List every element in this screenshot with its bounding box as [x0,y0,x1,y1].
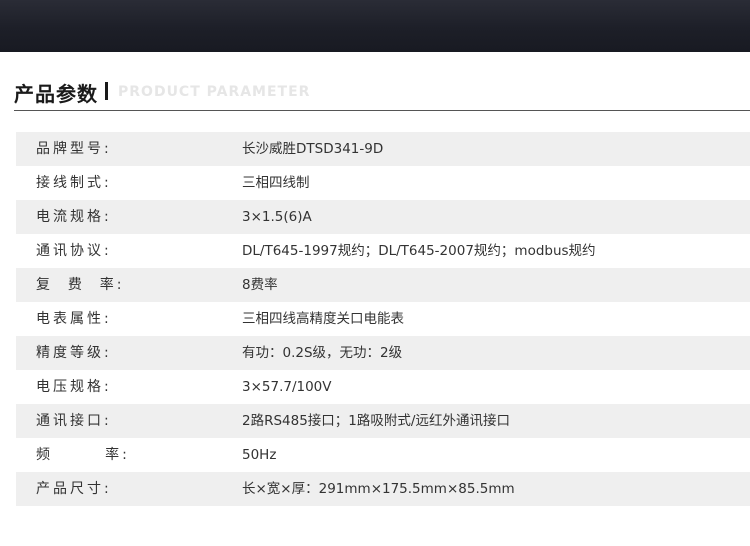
param-label: 通讯协议: [36,243,112,259]
param-value: 三相四线高精度关口电能表 [242,311,404,327]
param-label: 电压规格: [36,379,112,395]
param-label: 接线制式: [36,175,112,191]
param-label: 品牌型号: [36,141,112,157]
param-row-voltage: 电压规格: 3×57.7/100V [16,370,750,404]
param-value: 8费率 [242,277,278,293]
param-label: 产品尺寸: [36,481,112,497]
param-row-accuracy: 精度等级: 有功：0.2S级，无功：2级 [16,336,750,370]
header-divider-line [14,110,750,111]
param-row-wiring: 接线制式: 三相四线制 [16,166,750,200]
param-value: 长×宽×厚：291mm×175.5mm×85.5mm [242,481,515,497]
param-value: 三相四线制 [242,175,310,191]
param-value: 3×1.5(6)A [242,209,312,225]
param-label: 复 费 率: [36,277,125,293]
param-row-current: 电流规格: 3×1.5(6)A [16,200,750,234]
param-row-dimensions: 产品尺寸: 长×宽×厚：291mm×175.5mm×85.5mm [16,472,750,506]
param-row-brand-model: 品牌型号: 长沙威胜DTSD341-9D [16,132,750,166]
section-subtitle: PRODUCT PARAMETER [118,84,311,100]
section-title: 产品参数 [14,82,98,106]
param-value: 长沙威胜DTSD341-9D [242,141,384,157]
param-value: 3×57.7/100V [242,379,332,395]
param-label: 通讯接口: [36,413,112,429]
param-row-interface: 通讯接口: 2路RS485接口；1路吸附式/远红外通讯接口 [16,404,750,438]
param-row-frequency: 频 率: 50Hz [16,438,750,472]
param-value: 2路RS485接口；1路吸附式/远红外通讯接口 [242,413,510,429]
param-row-tariff: 复 费 率: 8费率 [16,268,750,302]
title-divider [105,82,108,100]
param-value: DL/T645-1997规约；DL/T645-2007规约；modbus规约 [242,243,596,259]
param-label: 频 率: [36,447,130,463]
param-row-meter-type: 电表属性: 三相四线高精度关口电能表 [16,302,750,336]
parameter-table: 品牌型号: 长沙威胜DTSD341-9D 接线制式: 三相四线制 电流规格: 3… [16,132,750,506]
section-header: 产品参数 PRODUCT PARAMETER [14,78,750,108]
param-label: 精度等级: [36,345,112,361]
top-banner [0,0,750,52]
param-value: 50Hz [242,447,277,463]
param-label: 电表属性: [36,311,112,327]
param-row-protocol: 通讯协议: DL/T645-1997规约；DL/T645-2007规约；modb… [16,234,750,268]
param-value: 有功：0.2S级，无功：2级 [242,345,403,361]
param-label: 电流规格: [36,209,112,225]
